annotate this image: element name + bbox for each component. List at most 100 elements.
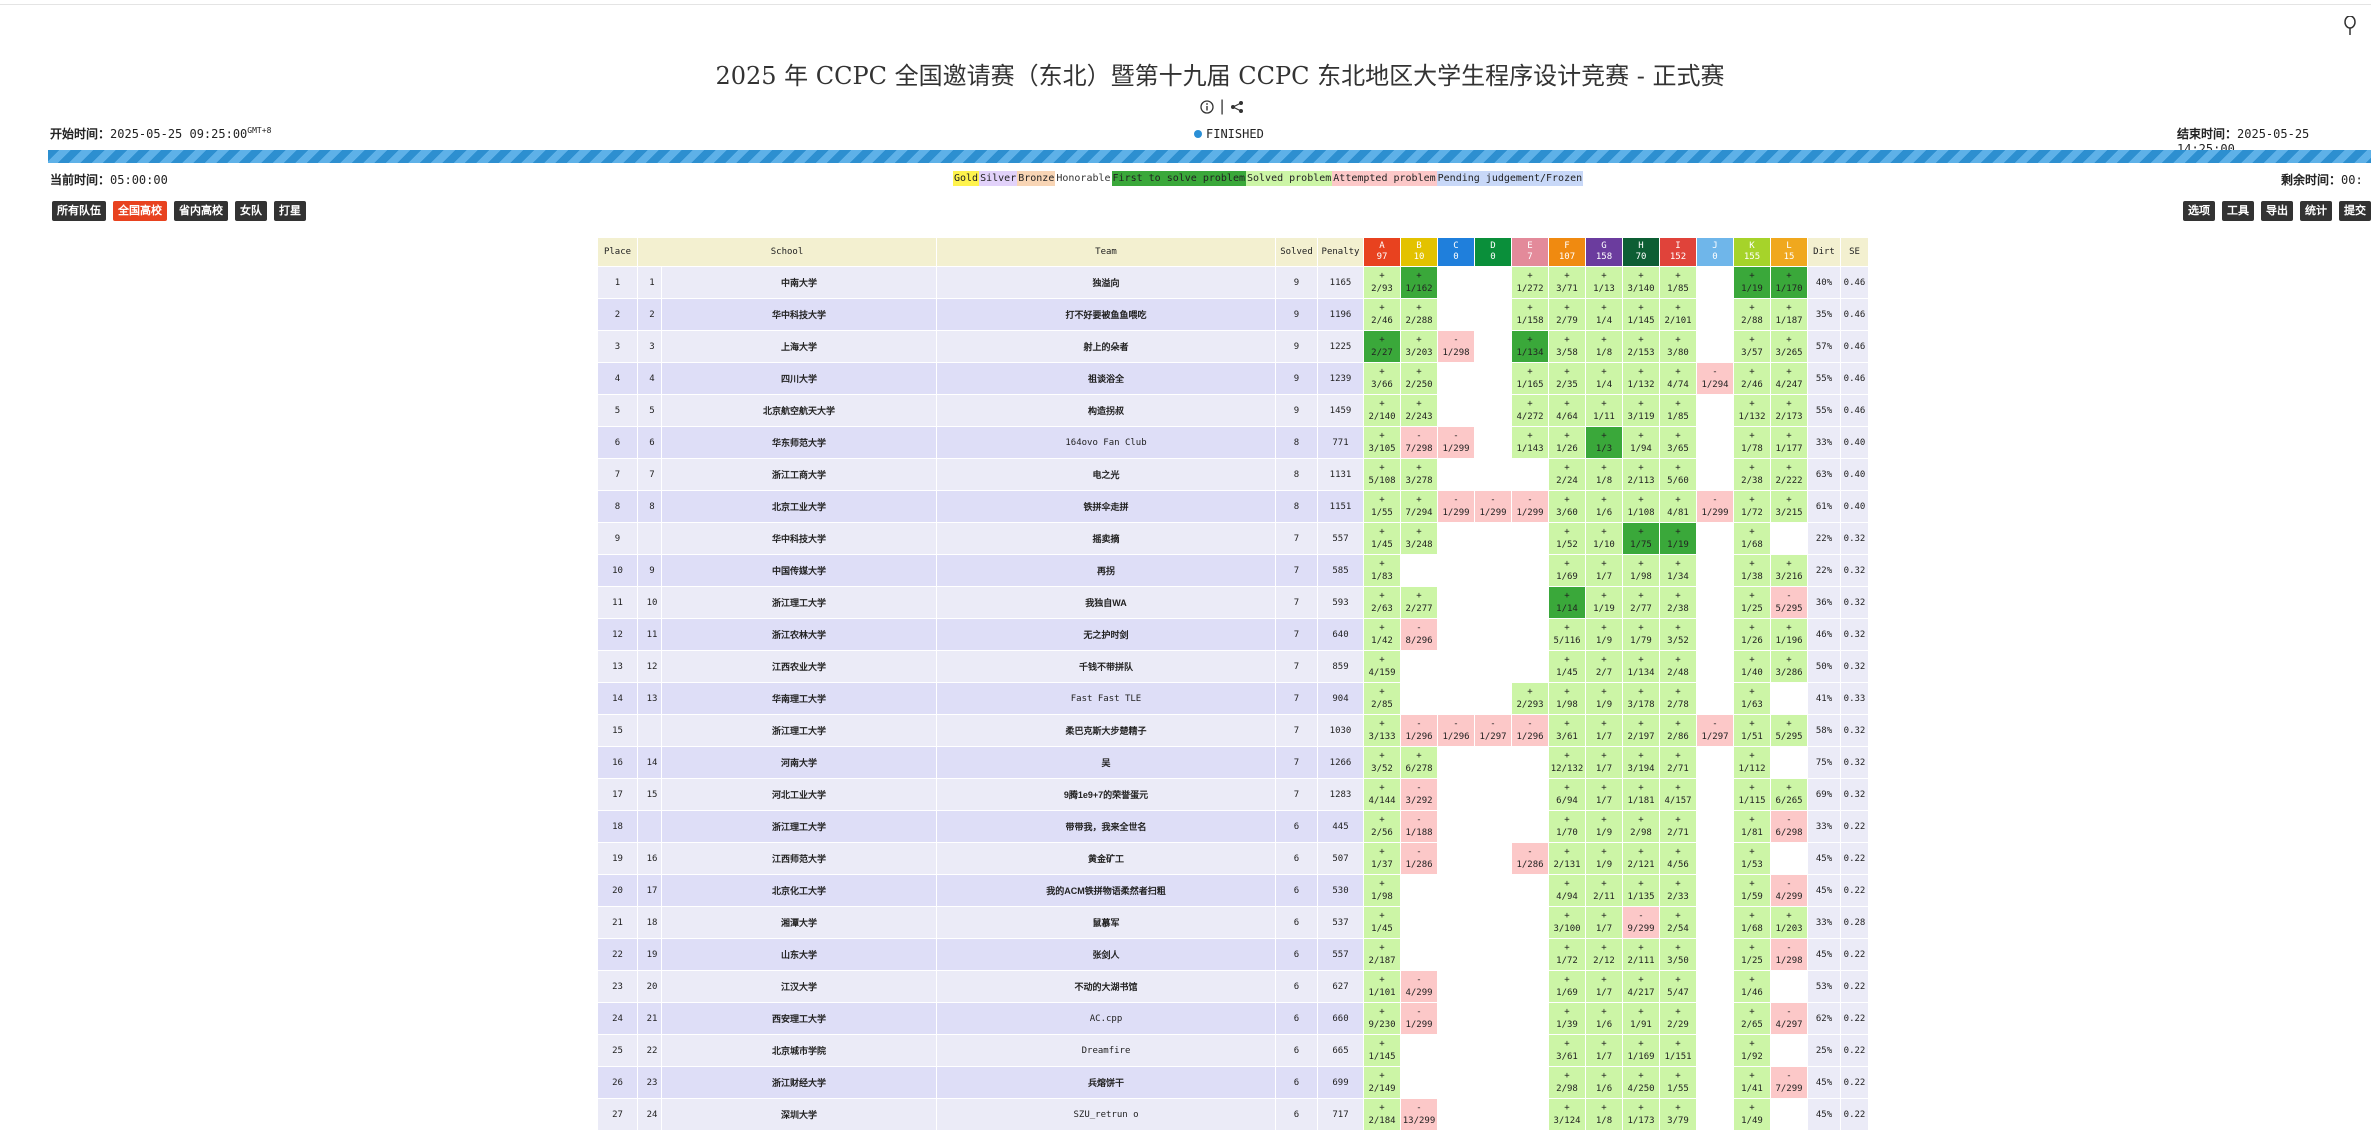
problem-cell-b[interactable]: +2/288 xyxy=(1400,298,1438,331)
problem-cell-a[interactable]: +3/52 xyxy=(1363,746,1401,779)
team-row[interactable]: 20 17 北京化工大学 我的ACM铁拼物语柔然者扫粗 6 530 +1/98 +4/94 +2… xyxy=(597,874,1869,907)
problem-header-k[interactable]: K 155 xyxy=(1733,237,1771,267)
team-cell[interactable]: 兵熔饼干 xyxy=(936,1066,1276,1099)
problem-cell-f[interactable]: +6/94 xyxy=(1548,778,1586,811)
col-se[interactable]: SE xyxy=(1840,237,1869,267)
problem-cell-a[interactable]: +3/133 xyxy=(1363,714,1401,747)
problem-cell-k[interactable]: +1/19 xyxy=(1733,266,1771,299)
team-row[interactable]: 25 22 北京城市学院 Dreamfire 6 665 +1/145 +3/61 +1/7 +1… xyxy=(597,1034,1869,1067)
problem-cell-a[interactable]: +1/145 xyxy=(1363,1034,1401,1067)
problem-cell-k[interactable]: +1/72 xyxy=(1733,490,1771,523)
problem-cell-i[interactable]: +2/48 xyxy=(1659,650,1697,683)
problem-cell-a[interactable]: +2/149 xyxy=(1363,1066,1401,1099)
team-cell[interactable]: 我的ACM铁拼物语柔然者扫粗 xyxy=(936,874,1276,907)
problem-cell-f[interactable]: +2/35 xyxy=(1548,362,1586,395)
problem-cell-a[interactable]: +1/55 xyxy=(1363,490,1401,523)
problem-cell-f[interactable]: +3/60 xyxy=(1548,490,1586,523)
team-row[interactable]: 16 14 河南大学吴 7 1266 +3/52 +6/278 +12/132 +1/7 +3/1… xyxy=(597,746,1869,779)
problem-cell-a[interactable]: +2/27 xyxy=(1363,330,1401,363)
problem-cell-i[interactable]: +2/38 xyxy=(1659,586,1697,619)
problem-cell-i[interactable]: +4/81 xyxy=(1659,490,1697,523)
col-penalty[interactable]: Penalty xyxy=(1317,237,1364,267)
problem-header-l[interactable]: L 15 xyxy=(1770,237,1808,267)
problem-cell-h[interactable]: +1/134 xyxy=(1622,650,1660,683)
problem-cell-k[interactable]: +1/26 xyxy=(1733,618,1771,651)
problem-cell-g[interactable]: +1/8 xyxy=(1585,1098,1623,1131)
team-row[interactable]: 17 15 河北工业大学 9腾1e9+7的荣誉蛋元 7 1283 +4/144-3/292 +… xyxy=(597,778,1869,811)
problem-cell-b[interactable]: - 1/188 xyxy=(1400,810,1438,843)
problem-cell-g[interactable]: +1/7 xyxy=(1585,1034,1623,1067)
problem-cell-h[interactable]: +2/153 xyxy=(1622,330,1660,363)
problem-cell-l[interactable]: +2/222 xyxy=(1770,458,1808,491)
problem-cell-l[interactable]: +3/286 xyxy=(1770,650,1808,683)
problem-cell-e[interactable]: - 1/296 xyxy=(1511,714,1549,747)
problem-cell-h[interactable]: +4/217 xyxy=(1622,970,1660,1003)
problem-cell-i[interactable]: +2/54 xyxy=(1659,906,1697,939)
team-cell[interactable]: 构造拐叔 xyxy=(936,394,1276,427)
team-row[interactable]: 2 2 华中科技大学 打不好要被鱼鱼喂吃 9 1196 +2/46 +2/288 +1/158 +… xyxy=(597,298,1869,331)
problem-header-g[interactable]: G 158 xyxy=(1585,237,1623,267)
problem-cell-i[interactable]: +5/60 xyxy=(1659,458,1697,491)
problem-cell-f[interactable]: +1/69 xyxy=(1548,970,1586,1003)
problem-cell-h[interactable]: +1/108 xyxy=(1622,490,1660,523)
problem-cell-h[interactable]: +3/119 xyxy=(1622,394,1660,427)
problem-cell-k[interactable]: +1/41 xyxy=(1733,1066,1771,1099)
team-row[interactable]: 19 16 江西师范大学 黄金矿工 6 507 +1/37-1/286-1/286 +2/13… xyxy=(597,842,1869,875)
problem-cell-l[interactable]: +2/173 xyxy=(1770,394,1808,427)
share-icon[interactable] xyxy=(1230,100,1244,114)
problem-cell-f[interactable]: +3/100 xyxy=(1548,906,1586,939)
team-cell[interactable]: 9腾1e9+7的荣誉蛋元 xyxy=(936,778,1276,811)
problem-cell-b[interactable]: +3/248 xyxy=(1400,522,1438,555)
team-row[interactable]: 13 12 江西农业大学 千钱不带拼队 7 859 +4/159 +1/45 +2/7 +1/13… xyxy=(597,650,1869,683)
problem-cell-h[interactable]: +1/135 xyxy=(1622,874,1660,907)
problem-cell-h[interactable]: +3/194 xyxy=(1622,746,1660,779)
col-team[interactable]: Team xyxy=(936,237,1276,267)
problem-cell-l[interactable]: - 1/298 xyxy=(1770,938,1808,971)
problem-cell-f[interactable]: +1/70 xyxy=(1548,810,1586,843)
problem-cell-k[interactable]: +1/25 xyxy=(1733,586,1771,619)
problem-cell-k[interactable]: +2/38 xyxy=(1733,458,1771,491)
problem-cell-i[interactable]: +3/79 xyxy=(1659,1098,1697,1131)
problem-cell-a[interactable]: +2/184 xyxy=(1363,1098,1401,1131)
problem-cell-g[interactable]: +1/4 xyxy=(1585,298,1623,331)
problem-cell-c[interactable]: - 1/299 xyxy=(1437,426,1475,459)
problem-cell-l[interactable]: +1/170 xyxy=(1770,266,1808,299)
problem-cell-f[interactable]: +1/98 xyxy=(1548,682,1586,715)
problem-cell-l[interactable]: +1/203 xyxy=(1770,906,1808,939)
problem-cell-h[interactable]: +3/140 xyxy=(1622,266,1660,299)
problem-cell-g[interactable]: +1/9 xyxy=(1585,810,1623,843)
problem-cell-l[interactable]: - 4/297 xyxy=(1770,1002,1808,1035)
problem-cell-b[interactable]: - 13/299 xyxy=(1400,1098,1438,1131)
problem-cell-g[interactable]: +1/19 xyxy=(1585,586,1623,619)
problem-cell-i[interactable]: +1/34 xyxy=(1659,554,1697,587)
problem-cell-i[interactable]: +1/85 xyxy=(1659,266,1697,299)
team-row[interactable]: 8 8 北京工业大学 铁拼伞走拼 8 1151 +1/55 +7/294-1/299-1/29… xyxy=(597,490,1869,523)
team-cell[interactable]: 吴 xyxy=(936,746,1276,779)
problem-cell-a[interactable]: +1/37 xyxy=(1363,842,1401,875)
team-cell[interactable]: 千钱不带拼队 xyxy=(936,650,1276,683)
team-row[interactable]: 18 浙江理工大学 带带我，我来全世名 6 445 +2/56-1/188 +1/70 +1/… xyxy=(597,810,1869,843)
col-dirt[interactable]: Dirt xyxy=(1807,237,1841,267)
problem-cell-j[interactable]: - 1/294 xyxy=(1696,362,1734,395)
problem-cell-h[interactable]: +1/169 xyxy=(1622,1034,1660,1067)
problem-cell-i[interactable]: +3/50 xyxy=(1659,938,1697,971)
problem-cell-l[interactable]: +1/177 xyxy=(1770,426,1808,459)
team-cell[interactable]: 鼠慕军 xyxy=(936,906,1276,939)
team-cell[interactable]: 摇卖摘 xyxy=(936,522,1276,555)
team-row[interactable]: 15 浙江理工大学 柔巴克斯大步楚精子 7 1030 +3/133-1/296-1/296… xyxy=(597,714,1869,747)
team-cell[interactable]: 铁拼伞走拼 xyxy=(936,490,1276,523)
problem-cell-e[interactable]: +1/134 xyxy=(1511,330,1549,363)
problem-cell-g[interactable]: +2/11 xyxy=(1585,874,1623,907)
problem-cell-g[interactable]: +1/9 xyxy=(1585,842,1623,875)
team-cell[interactable]: AC.cpp xyxy=(936,1002,1276,1035)
problem-cell-a[interactable]: +2/93 xyxy=(1363,266,1401,299)
team-cell[interactable]: 打不好要被鱼鱼喂吃 xyxy=(936,298,1276,331)
problem-cell-e[interactable]: +4/272 xyxy=(1511,394,1549,427)
problem-cell-f[interactable]: +1/39 xyxy=(1548,1002,1586,1035)
problem-cell-h[interactable]: +1/75 xyxy=(1622,522,1660,555)
problem-cell-h[interactable]: +2/111 xyxy=(1622,938,1660,971)
team-row[interactable]: 12 11 浙江农林大学 无之护时剑 7 640 +1/42-8/296 +5/116 +1/9… xyxy=(597,618,1869,651)
team-cell[interactable]: 无之护时剑 xyxy=(936,618,1276,651)
problem-cell-a[interactable]: +5/108 xyxy=(1363,458,1401,491)
tool-button[interactable]: 导出 xyxy=(2261,201,2293,221)
